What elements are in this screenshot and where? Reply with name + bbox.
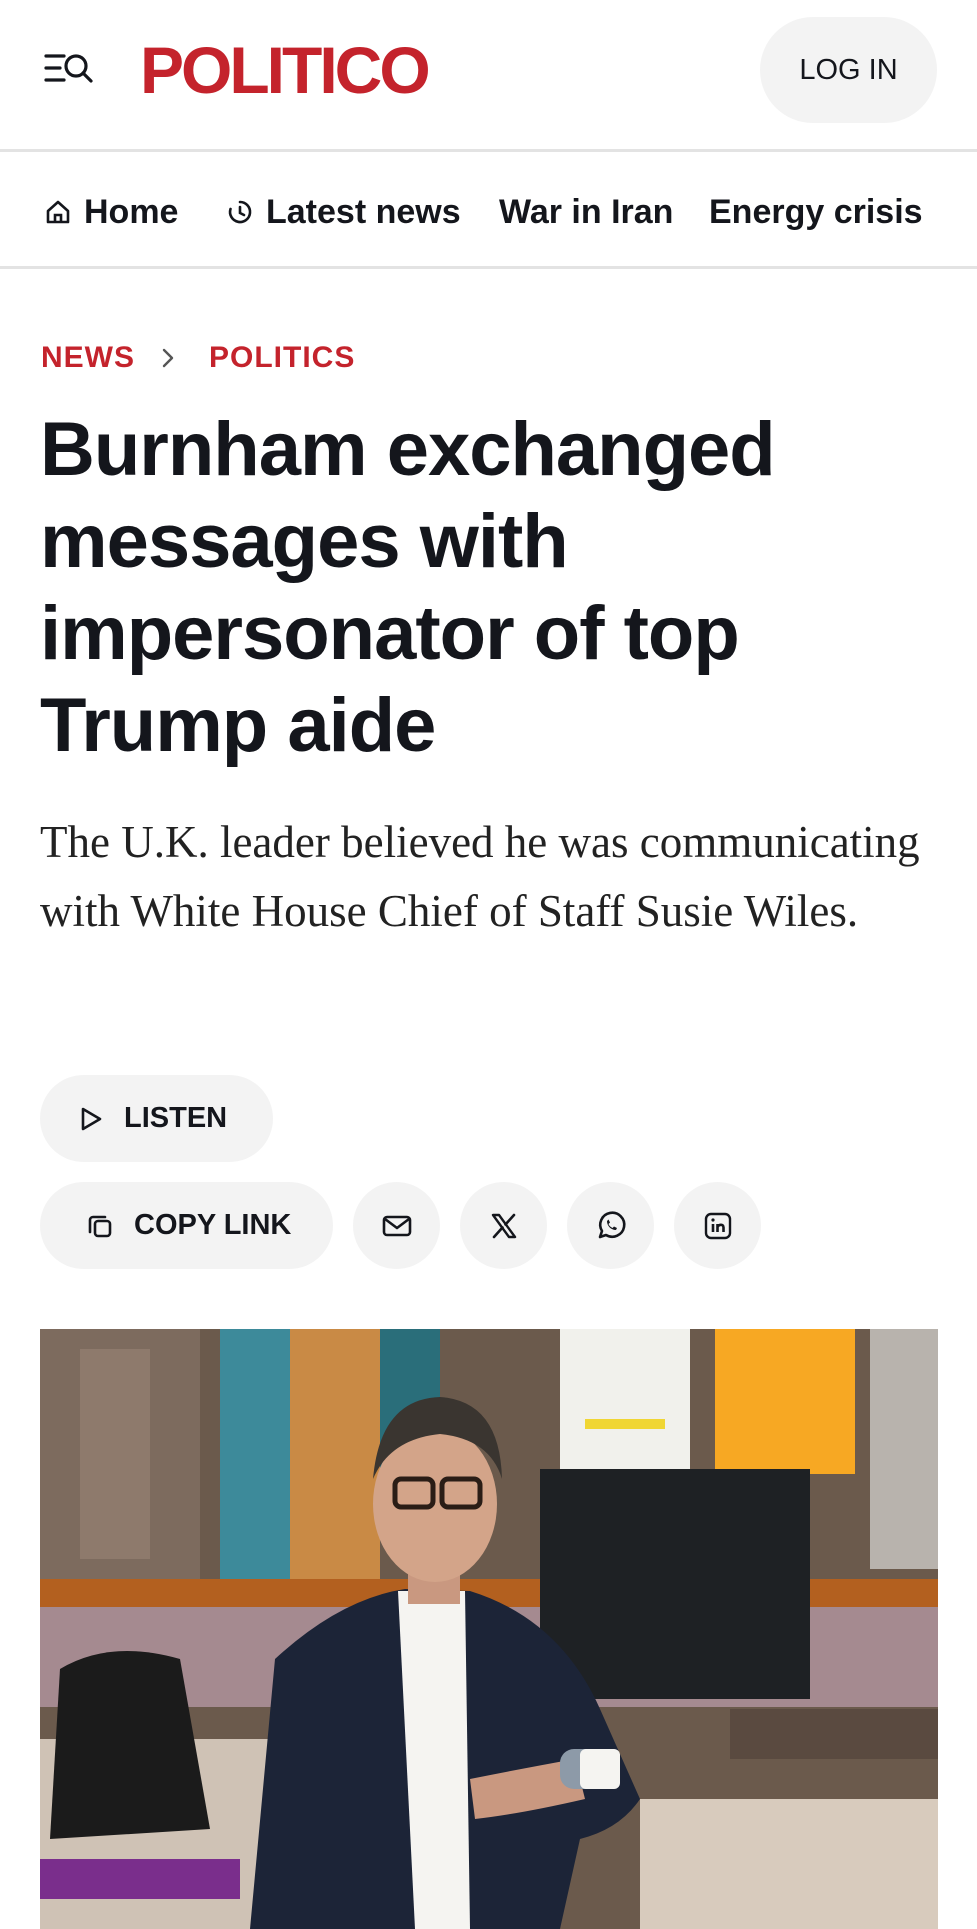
nav-item-label: Latest news	[266, 192, 461, 231]
copy-icon	[88, 1215, 112, 1237]
share-whatsapp-button[interactable]	[567, 1182, 654, 1269]
chevron-right-icon	[161, 347, 175, 369]
article-dek: The U.K. leader believed he was communic…	[40, 817, 920, 936]
nav-item-label: Energy crisis	[709, 192, 923, 231]
nav-item-label: Home	[84, 192, 179, 231]
article-hero-photo	[40, 1329, 938, 1929]
mail-icon	[382, 1215, 411, 1236]
x-icon	[491, 1213, 516, 1238]
copy-link-button[interactable]: COPY LINK	[40, 1182, 333, 1269]
linkedin-icon	[704, 1212, 731, 1239]
login-button[interactable]: LOG IN	[760, 17, 937, 123]
politico-logo[interactable]: POLITICO	[140, 30, 431, 110]
breadcrumb-politics[interactable]: POLITICS	[209, 341, 355, 375]
copy-link-label: COPY LINK	[134, 1209, 292, 1241]
whatsapp-icon	[598, 1210, 626, 1238]
nav-item-home[interactable]: Home	[44, 155, 179, 266]
section-nav: Home Latest news War in Iran Energy cris…	[0, 155, 977, 269]
share-email-button[interactable]	[353, 1182, 440, 1269]
play-icon	[81, 1107, 102, 1130]
breadcrumb: NEWS POLITICS	[41, 336, 355, 380]
nav-item-label: War in Iran	[499, 192, 674, 231]
share-x-button[interactable]	[460, 1182, 547, 1269]
article-headline: Burnham exchanged messages with imperson…	[40, 407, 776, 768]
clock-icon	[228, 200, 252, 224]
listen-label: LISTEN	[124, 1102, 228, 1134]
nav-item-latest-news[interactable]: Latest news	[226, 155, 461, 266]
breadcrumb-news[interactable]: NEWS	[41, 341, 135, 375]
hero-photo-illustration	[40, 1329, 938, 1929]
nav-item-energy-crisis[interactable]: Energy crisis	[709, 155, 923, 266]
nav-scroll-fade	[940, 155, 977, 266]
listen-button[interactable]: LISTEN	[40, 1075, 273, 1162]
menu-search-icon[interactable]	[44, 48, 100, 92]
home-icon	[46, 200, 70, 224]
nav-item-war-in-iran[interactable]: War in Iran	[499, 155, 674, 266]
share-linkedin-button[interactable]	[674, 1182, 761, 1269]
site-header: POLITICO LOG IN	[0, 0, 977, 152]
